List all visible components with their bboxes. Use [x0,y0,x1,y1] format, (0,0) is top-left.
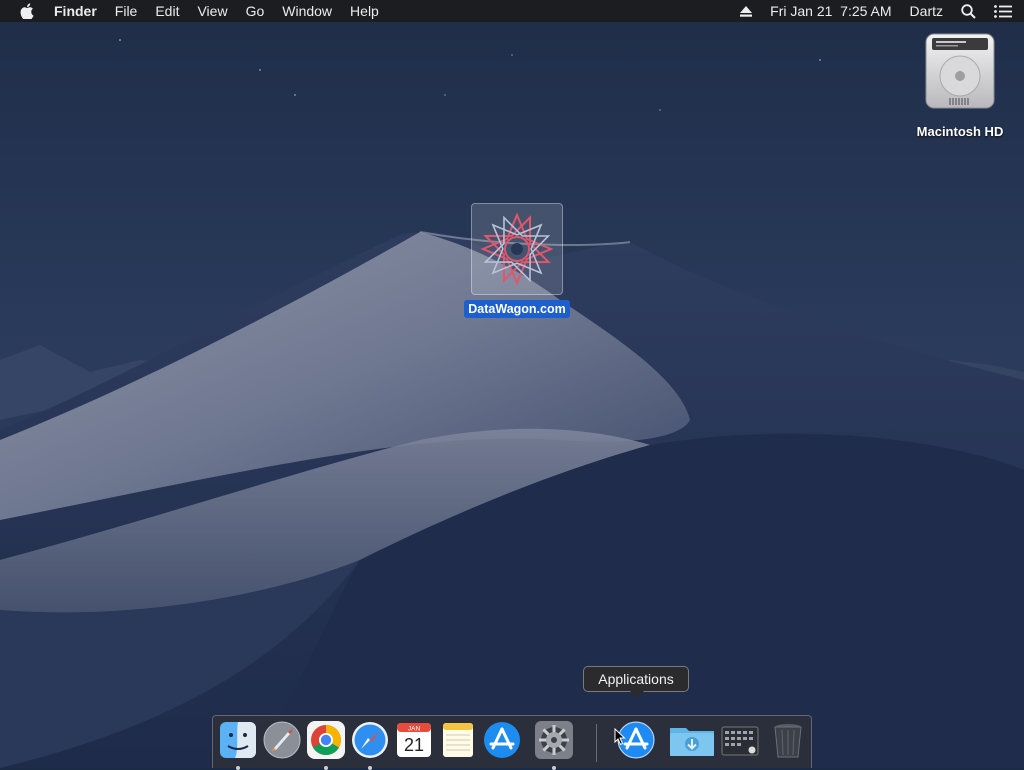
dock-screenshots-stack[interactable] [720,720,760,760]
gear-icon [535,721,573,759]
running-indicator [236,766,240,770]
keyboard-grid-icon [721,726,759,756]
calendar-day: 21 [404,735,424,755]
desktop-wallpaper [0,0,1024,768]
mouse-cursor-icon [614,728,626,746]
menu-file[interactable]: File [115,0,138,22]
calendar-icon: JAN 21 [397,723,431,757]
trash-icon [774,724,802,758]
dock-separator [596,724,597,762]
menu-edit[interactable]: Edit [155,0,179,22]
running-indicator [552,766,556,770]
dock-chrome[interactable] [306,720,346,770]
dock: JAN 21 [212,715,812,770]
dock-launchpad[interactable] [262,720,302,760]
chrome-icon [307,721,345,759]
dock-calendar[interactable]: JAN 21 [394,720,434,760]
apple-icon[interactable] [20,3,34,19]
menu-window[interactable]: Window [282,0,332,22]
dock-downloads-folder[interactable] [668,720,716,760]
dock-safari[interactable] [350,720,390,770]
notes-icon [443,723,473,757]
dock-notes[interactable] [438,720,478,760]
dock-tooltip: Applications [583,666,689,698]
menubar-clock[interactable]: Fri Jan 21 7:25 AM [770,3,891,19]
menu-view[interactable]: View [197,0,227,22]
dock-app-store[interactable] [482,720,522,760]
running-indicator [368,766,372,770]
calendar-month: JAN [408,726,421,733]
menu-help[interactable]: Help [350,0,379,22]
hard-drive-icon [922,32,998,112]
dock-trash[interactable] [768,720,808,760]
desktop-icon-datawagon[interactable]: DataWagon.com [455,203,579,318]
menu-app-finder[interactable]: Finder [54,0,97,22]
magnifier-icon[interactable] [961,3,976,19]
dock-system-preferences[interactable] [534,720,574,770]
desktop-icon-label-selected: DataWagon.com [464,300,570,318]
list-icon[interactable] [994,4,1012,18]
desktop-icon-label: Macintosh HD [916,124,1004,139]
downloads-folder-icon [670,728,714,756]
app-store-icon [484,722,520,758]
finder-icon [220,722,256,758]
rocket-icon [263,721,301,759]
menubar-user[interactable]: Dartz [910,3,943,19]
eject-icon[interactable] [740,5,753,17]
star-emblem-icon [471,203,563,295]
compass-icon [352,722,388,758]
menu-bar: Finder File Edit View Go Window Help Fri… [0,0,1024,22]
desktop-icon-macintosh-hd[interactable]: Macintosh HD [906,32,1014,139]
dock-finder[interactable] [218,720,258,770]
menu-go[interactable]: Go [246,0,265,22]
running-indicator [324,766,328,770]
